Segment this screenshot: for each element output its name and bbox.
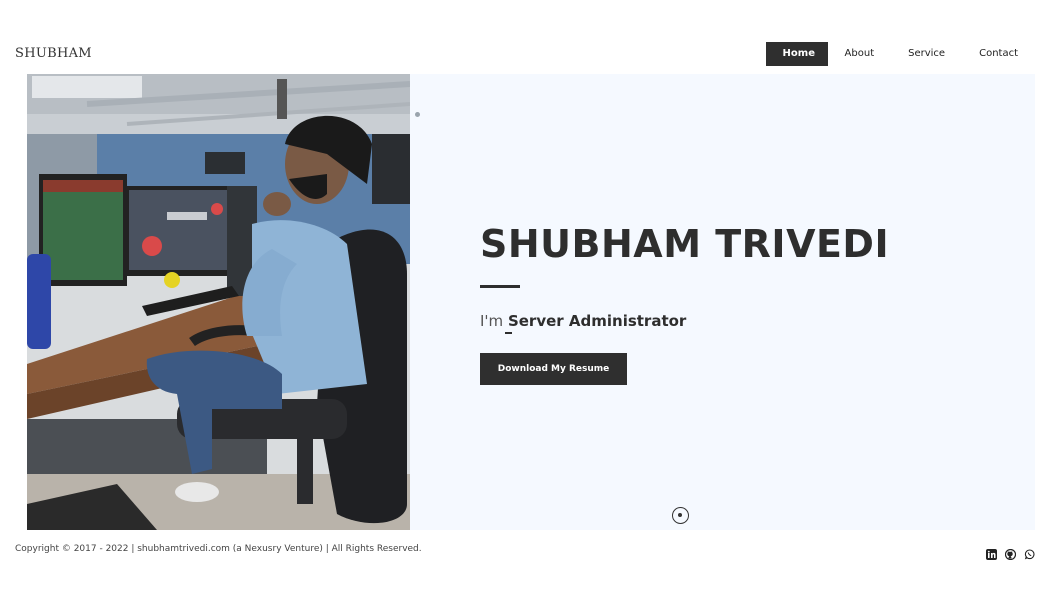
nav-home[interactable]: Home [765,42,828,66]
decorative-dot [415,112,420,117]
nav-contact[interactable]: Contact [962,42,1035,66]
whatsapp-icon[interactable] [1024,545,1035,560]
hero-role: I'm Server Administrator [480,312,686,330]
linkedin-icon[interactable] [986,545,997,560]
main-nav: Home About Service Contact [765,42,1035,66]
github-icon[interactable] [1004,545,1017,561]
nav-service[interactable]: Service [891,42,962,66]
social-links [986,545,1035,561]
footer-copyright: Copyright © 2017 - 2022 | shubhamtrivedi… [15,544,422,554]
profile-photo [27,74,410,530]
role-prefix: I'm [480,312,504,330]
role-text: Server Administrator [507,312,687,330]
title-underline [480,285,520,288]
hero-name: SHUBHAM TRIVEDI [480,222,890,266]
scroll-down-icon[interactable] [672,507,689,524]
nav-about[interactable]: About [828,42,892,66]
site-logo[interactable]: SHUBHAM [15,46,92,61]
typing-cursor [505,332,512,334]
download-resume-button[interactable]: Download My Resume [480,353,627,385]
hero-section: SHUBHAM TRIVEDI I'm Server Administrator… [27,74,1035,530]
